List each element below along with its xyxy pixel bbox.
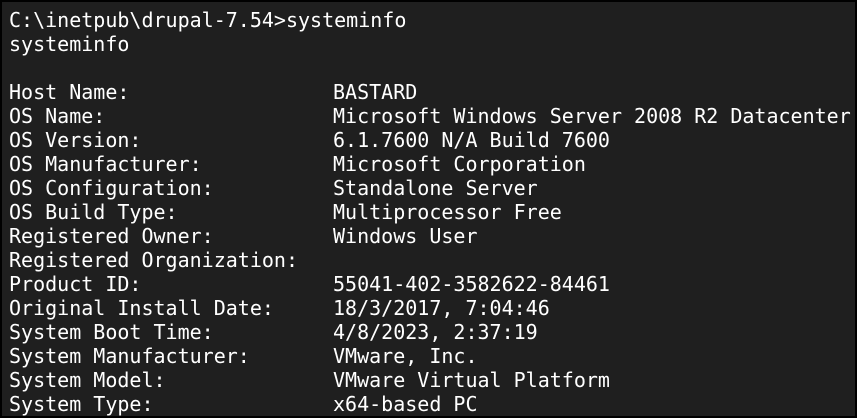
info-key: System Boot Time:	[9, 320, 214, 344]
info-key: OS Configuration:	[9, 176, 214, 200]
info-row-system-model: System Model: VMware Virtual Platform	[9, 368, 855, 392]
command-prompt-line: C:\inetpub\drupal-7.54>systeminfo	[9, 8, 855, 32]
info-row-system-manufacturer: System Manufacturer: VMware, Inc.	[9, 344, 855, 368]
info-key: OS Manufacturer:	[9, 152, 202, 176]
info-value: 55041-402-3582622-84461	[333, 272, 610, 296]
info-row-os-build-type: OS Build Type: Multiprocessor Free	[9, 200, 855, 224]
info-row-original-install-date: Original Install Date: 18/3/2017, 7:04:4…	[9, 296, 855, 320]
terminal-window[interactable]: C:\inetpub\drupal-7.54>systeminfo system…	[0, 0, 857, 418]
info-row-os-configuration: OS Configuration: Standalone Server	[9, 176, 855, 200]
info-key: OS Name:	[9, 104, 106, 128]
info-row-system-type: System Type: x64-based PC	[9, 392, 855, 416]
info-row-system-boot-time: System Boot Time: 4/8/2023, 2:37:19	[9, 320, 855, 344]
info-row-os-manufacturer: OS Manufacturer: Microsoft Corporation	[9, 152, 855, 176]
info-row-os-name: OS Name: Microsoft Windows Server 2008 R…	[9, 104, 855, 128]
info-key: System Manufacturer:	[9, 344, 250, 368]
info-value: x64-based PC	[333, 392, 478, 416]
info-value: Microsoft Corporation	[333, 152, 586, 176]
info-key: Original Install Date:	[9, 296, 274, 320]
info-key: Host Name:	[9, 80, 130, 104]
info-value: Multiprocessor Free	[333, 200, 562, 224]
info-key: Registered Organization:	[9, 248, 298, 272]
command-echo-line: systeminfo	[9, 32, 855, 56]
info-row-registered-owner: Registered Owner: Windows User	[9, 224, 855, 248]
info-key: Registered Owner:	[9, 224, 214, 248]
info-value: 6.1.7600 N/A Build 7600	[333, 128, 610, 152]
info-row-os-version: OS Version: 6.1.7600 N/A Build 7600	[9, 128, 855, 152]
info-key: Product ID:	[9, 272, 142, 296]
info-row-product-id: Product ID: 55041-402-3582622-84461	[9, 272, 855, 296]
info-value: BASTARD	[333, 80, 418, 104]
prompt-text: C:\inetpub\drupal-7.54>systeminfo	[9, 8, 407, 32]
info-key: System Model:	[9, 368, 166, 392]
info-value: VMware Virtual Platform	[333, 368, 610, 392]
info-key: OS Build Type:	[9, 200, 178, 224]
echo-text: systeminfo	[9, 32, 130, 56]
info-value: 4/8/2023, 2:37:19	[333, 320, 538, 344]
info-value: Windows User	[333, 224, 478, 248]
info-key: OS Version:	[9, 128, 142, 152]
info-row-registered-organization: Registered Organization:	[9, 248, 855, 272]
info-value: VMware, Inc.	[333, 344, 478, 368]
info-key: System Type:	[9, 392, 154, 416]
info-value: Standalone Server	[333, 176, 538, 200]
info-row-host-name: Host Name: BASTARD	[9, 80, 855, 104]
info-value: 18/3/2017, 7:04:46	[333, 296, 550, 320]
info-value: Microsoft Windows Server 2008 R2 Datacen…	[333, 104, 851, 128]
